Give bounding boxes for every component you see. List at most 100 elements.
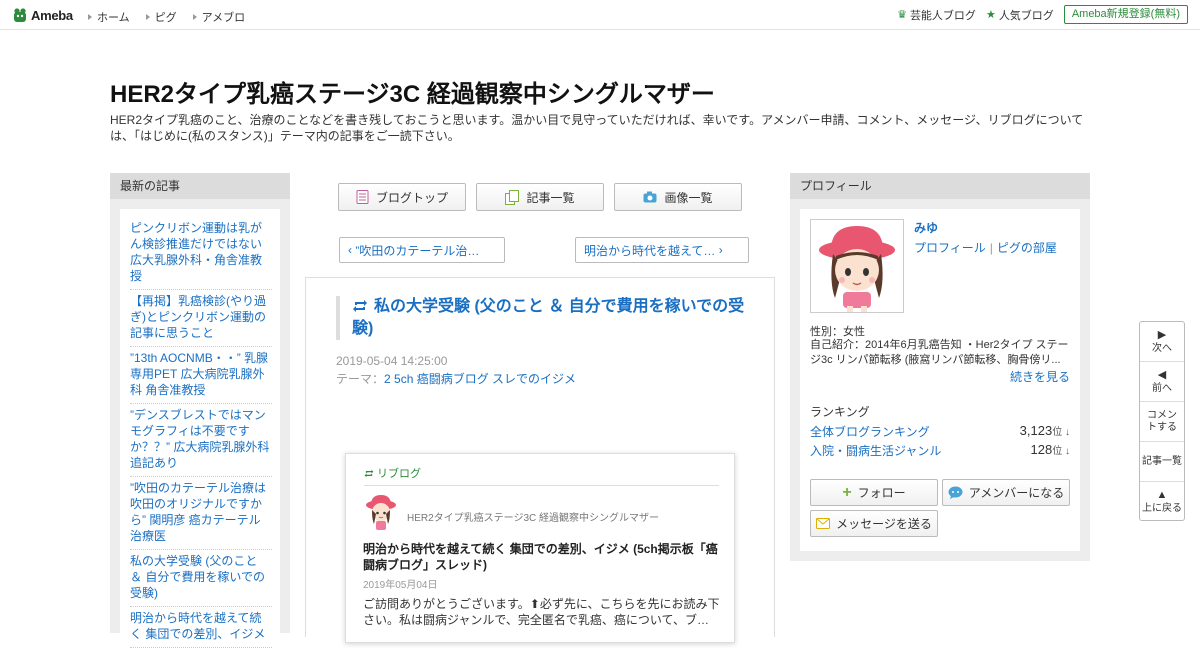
blog-top-label: ブログトップ	[375, 190, 448, 205]
article-title-text: 私の大学受験 (父のこと ＆ 自分で費用を稼いでの受験)	[352, 298, 745, 337]
document-icon	[356, 190, 369, 204]
recent-article-link[interactable]: ”吹田のカテーテル治療は吹田のオリジナルですから” 関明彦 癌カテーテル治療医	[130, 477, 272, 550]
reblog-blog-name: HER2タイプ乳癌ステージ3C 経過観察中シングルマザー	[407, 513, 660, 524]
recent-articles-panel: 最新の記事 ピンクリボン運動は乳がん検診推進だけではない 広大乳腺外科・角舎准教…	[110, 173, 290, 648]
profile-body: みゆ プロフィール | ピグの部屋 性別：女性 自己紹介：2014年6月乳癌告知 ・…	[800, 209, 1080, 551]
reblog-avatar	[364, 494, 398, 532]
theme-link[interactable]: 2 5ch 癌闘病ブログ スレでのイジメ	[384, 372, 576, 386]
arrow-icon	[192, 14, 197, 20]
reblog-header: リブログ	[364, 465, 421, 481]
divider	[364, 485, 719, 486]
ranking-number: 128	[1030, 442, 1053, 457]
ranking-row: 入院・闘病生活ジャンル 128位 ↓	[810, 442, 1070, 459]
ameba-logo[interactable]: Ameba	[12, 6, 73, 24]
recent-article-link[interactable]: ”13th AOCNMB・・” 乳腺専用PET 広大病院乳腺外科 角舎准教授	[130, 347, 272, 404]
prev-article-side-button[interactable]: ◀ 前へ	[1140, 362, 1184, 402]
ranking-number: 3,123	[1019, 423, 1053, 438]
nav-label: アメブロ	[201, 12, 246, 24]
ameba-logo-icon	[12, 7, 28, 23]
reblog-excerpt: ご訪問ありがとうございます。⬆必ず先に、こちらを先にお読み下さい。私は闘病ジャン…	[363, 597, 720, 627]
recent-articles-list: ピンクリボン運動は乳がん検診推進だけではない 広大乳腺外科・角舎准教授 【再掲】…	[120, 209, 280, 648]
plus-icon: +	[842, 483, 852, 501]
recent-article-link[interactable]: 【再掲】乳癌検診(やり過ぎ)とピンクリボン運動の記事に思うこと	[130, 290, 272, 347]
article-list-label: 記事一覧	[526, 190, 575, 205]
send-message-button[interactable]: メッセージを送る	[810, 510, 938, 537]
logo-text: Ameba	[31, 7, 73, 23]
profile-name[interactable]: みゆ	[914, 219, 938, 236]
ranking-value: 3,123位 ↓	[1020, 423, 1070, 440]
recent-article-link[interactable]: ピンクリボン運動は乳がん検診推進だけではない 広大乳腺外科・角舎准教授	[130, 217, 272, 290]
follow-label: フォロー	[857, 486, 906, 500]
genre-ranking-link[interactable]: 入院・闘病生活ジャンル	[810, 442, 941, 459]
profile-panel: プロフィール みゆ プロフィール | ピグの部屋 性別：女性 自己紹介：2014年6…	[790, 173, 1090, 561]
celebrity-blog-label: 芸能人ブログ	[909, 9, 976, 22]
crown-icon: ♛	[897, 9, 907, 21]
profile-heading: プロフィール	[790, 173, 1090, 199]
back-to-top-button[interactable]: ▲ 上に戻る	[1140, 482, 1184, 522]
ranking-unit: 位 ↓	[1052, 446, 1070, 457]
side-label: 次へ	[1152, 342, 1172, 354]
nav-pigg-link[interactable]: ピグ	[145, 9, 177, 25]
recent-article-link[interactable]: 私の大学受験 (父のこと ＆ 自分で費用を稼いでの受験)	[130, 550, 272, 607]
article-list-side-button[interactable]: 記事一覧	[1140, 442, 1184, 482]
separator: |	[989, 241, 993, 255]
pigg-room-link[interactable]: ピグの部屋	[997, 241, 1057, 255]
overall-ranking-link[interactable]: 全体ブログランキング	[810, 423, 930, 440]
image-list-button[interactable]: 画像一覧	[614, 183, 742, 211]
global-header: Ameba ホーム ピグ アメブロ ♛ 芸能人ブログ ★ 人気ブログ Ameba新規…	[0, 0, 1200, 30]
article-date: 2019-05-04 14:25:00	[336, 354, 448, 368]
prev-article-button[interactable]: ‹ ”吹田のカテーテル治…	[339, 237, 505, 263]
amember-button[interactable]: アメンバーになる	[942, 479, 1070, 506]
celebrity-blog-link[interactable]: ♛ 芸能人ブログ	[897, 7, 976, 23]
ranking-heading: ランキング	[810, 405, 870, 419]
send-message-label: メッセージを送る	[836, 517, 932, 531]
ranking-row: 全体ブログランキング 3,123位 ↓	[810, 423, 1070, 440]
theme-prefix: テーマ：	[336, 372, 385, 386]
next-article-button[interactable]: 明治から時代を越えて… ›	[575, 237, 749, 263]
recent-article-link[interactable]: 明治から時代を越えて続く 集団での差別、イジメ	[130, 607, 272, 648]
article-title[interactable]: 私の大学受験 (父のこと ＆ 自分で費用を稼いでの受験)	[336, 296, 746, 340]
list-icon	[505, 189, 520, 205]
reblog-title[interactable]: 明治から時代を越えて続く 集団での差別、イジメ (5ch掲示板「癌闘病ブログ」ス…	[363, 541, 723, 573]
blog-title[interactable]: HER2タイプ乳癌ステージ3C 経過観察中シングルマザー	[110, 74, 715, 109]
reblog-card[interactable]: リブログ HER2タイプ乳癌ステージ3C 経過観察中シングルマザー 明治から時代…	[345, 453, 735, 643]
blog-top-button[interactable]: ブログトップ	[338, 183, 466, 211]
article-theme: テーマ：2 5ch 癌闘病ブログ スレでのイジメ	[336, 370, 576, 387]
arrow-icon	[145, 14, 150, 20]
ranking-unit: 位 ↓	[1052, 427, 1070, 438]
image-list-label: 画像一覧	[664, 190, 713, 205]
chevron-left-icon: ‹	[348, 243, 356, 257]
profile-link[interactable]: プロフィール	[914, 241, 986, 255]
up-arrow-icon: ▲	[1156, 489, 1168, 501]
follow-button[interactable]: + フォロー	[810, 479, 938, 506]
read-more-link[interactable]: 続きを見る	[1010, 368, 1070, 385]
register-button[interactable]: Ameba新規登録(無料)	[1063, 5, 1188, 24]
ranking-value: 128位 ↓	[1031, 442, 1070, 459]
profile-intro: 自己紹介：2014年6月乳癌告知 ・Her2タイプ ステージ3c リンパ節転移 …	[810, 339, 1069, 366]
nav-ameblo-link[interactable]: アメブロ	[192, 9, 246, 25]
next-article-label: 明治から時代を越えて…	[584, 243, 716, 258]
speech-bubble-icon	[948, 486, 963, 499]
popular-blog-label: 人気ブログ	[998, 9, 1054, 22]
reblog-icon	[364, 469, 374, 478]
amember-label: アメンバーになる	[968, 486, 1065, 500]
profile-avatar[interactable]	[810, 219, 904, 313]
profile-sex: 性別：女性	[810, 326, 865, 338]
envelope-icon	[816, 518, 831, 529]
popular-blog-link[interactable]: ★ 人気ブログ	[986, 7, 1054, 23]
nav-label: ピグ	[154, 12, 177, 24]
play-icon: ▶	[1157, 328, 1167, 341]
side-label: 前へ	[1152, 382, 1172, 394]
comment-side-button[interactable]: コメントする	[1140, 402, 1184, 442]
article-list-button[interactable]: 記事一覧	[476, 183, 604, 211]
nav-label: ホーム	[97, 12, 130, 24]
next-article-side-button[interactable]: ▶ 次へ	[1140, 322, 1184, 362]
recent-article-link[interactable]: ”デンスブレストではマンモグラフィは不要ですか？？” 広大病院乳腺外科 追記あり	[130, 404, 272, 477]
recent-articles-heading: 最新の記事	[110, 173, 290, 199]
nav-home-link[interactable]: ホーム	[88, 9, 130, 25]
arrow-icon	[88, 14, 92, 20]
side-label: 記事一覧	[1142, 455, 1182, 467]
star-icon: ★	[985, 9, 996, 21]
side-label: コメントする	[1147, 409, 1177, 433]
side-floating-menu: ▶ 次へ ◀ 前へ コメントする 記事一覧 ▲ 上に戻る	[1139, 321, 1185, 521]
